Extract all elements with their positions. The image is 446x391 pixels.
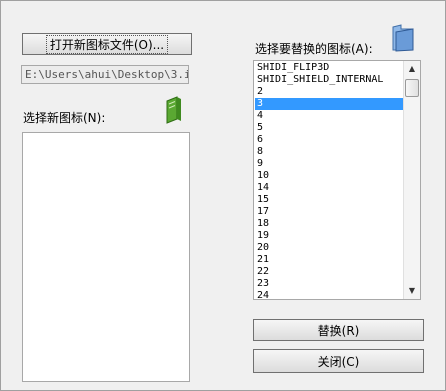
list-item[interactable]: 20 [255, 242, 403, 254]
replace-icon-dialog: 打开新图标文件(O)... E:\Users\ahui\Desktop\3.ic… [0, 0, 446, 391]
replace-button-label: 替换(R) [317, 323, 360, 338]
icon-list-items: SHIDI_FLIP3D SHIDI_SHIELD_INTERNAL 2 3 4 5 6 8 9… [255, 62, 403, 299]
close-button[interactable]: 关闭(C) [253, 349, 424, 373]
vertical-scrollbar[interactable]: ▲ ▼ [403, 61, 420, 299]
list-item[interactable]: 14 [255, 182, 403, 194]
list-item[interactable]: 19 [255, 230, 403, 242]
select-new-icon-label: 选择新图标(N): [23, 111, 106, 125]
list-item[interactable]: 9 [255, 158, 403, 170]
list-item[interactable]: SHIDI_SHIELD_INTERNAL [255, 74, 403, 86]
list-item[interactable]: 21 [255, 254, 403, 266]
list-item[interactable]: SHIDI_FLIP3D [255, 62, 403, 74]
select-icon-to-replace-label: 选择要替换的图标(A): [255, 42, 373, 56]
list-item[interactable]: 17 [255, 206, 403, 218]
icon-replace-listbox[interactable]: SHIDI_FLIP3D SHIDI_SHIELD_INTERNAL 2 3 4 5 6 8 9… [253, 60, 421, 300]
list-item[interactable]: 6 [255, 134, 403, 146]
icon-file-path-field: E:\Users\ahui\Desktop\3.ico [21, 65, 189, 84]
list-item[interactable]: 10 [255, 170, 403, 182]
scroll-down-arrow-icon[interactable]: ▼ [404, 283, 420, 299]
list-item[interactable]: 23 [255, 278, 403, 290]
list-item[interactable]: 22 [255, 266, 403, 278]
list-item[interactable]: 8 [255, 146, 403, 158]
list-item[interactable]: 3 [255, 98, 403, 110]
folder-icon [390, 23, 416, 56]
scroll-up-arrow-icon[interactable]: ▲ [404, 61, 420, 77]
open-new-icon-file-button[interactable]: 打开新图标文件(O)... [22, 33, 192, 55]
list-item[interactable]: 2 [255, 86, 403, 98]
scrollbar-thumb[interactable] [405, 79, 419, 97]
close-button-label: 关闭(C) [317, 354, 360, 369]
list-item[interactable]: 4 [255, 110, 403, 122]
list-item[interactable]: 18 [255, 218, 403, 230]
new-icon-preview-list[interactable] [22, 132, 190, 382]
list-item[interactable]: 24 [255, 290, 403, 299]
list-item[interactable]: 15 [255, 194, 403, 206]
replace-button[interactable]: 替换(R) [253, 319, 424, 341]
open-new-icon-file-label: 打开新图标文件(O)... [45, 34, 169, 54]
list-item[interactable]: 5 [255, 122, 403, 134]
book-icon [163, 95, 183, 128]
